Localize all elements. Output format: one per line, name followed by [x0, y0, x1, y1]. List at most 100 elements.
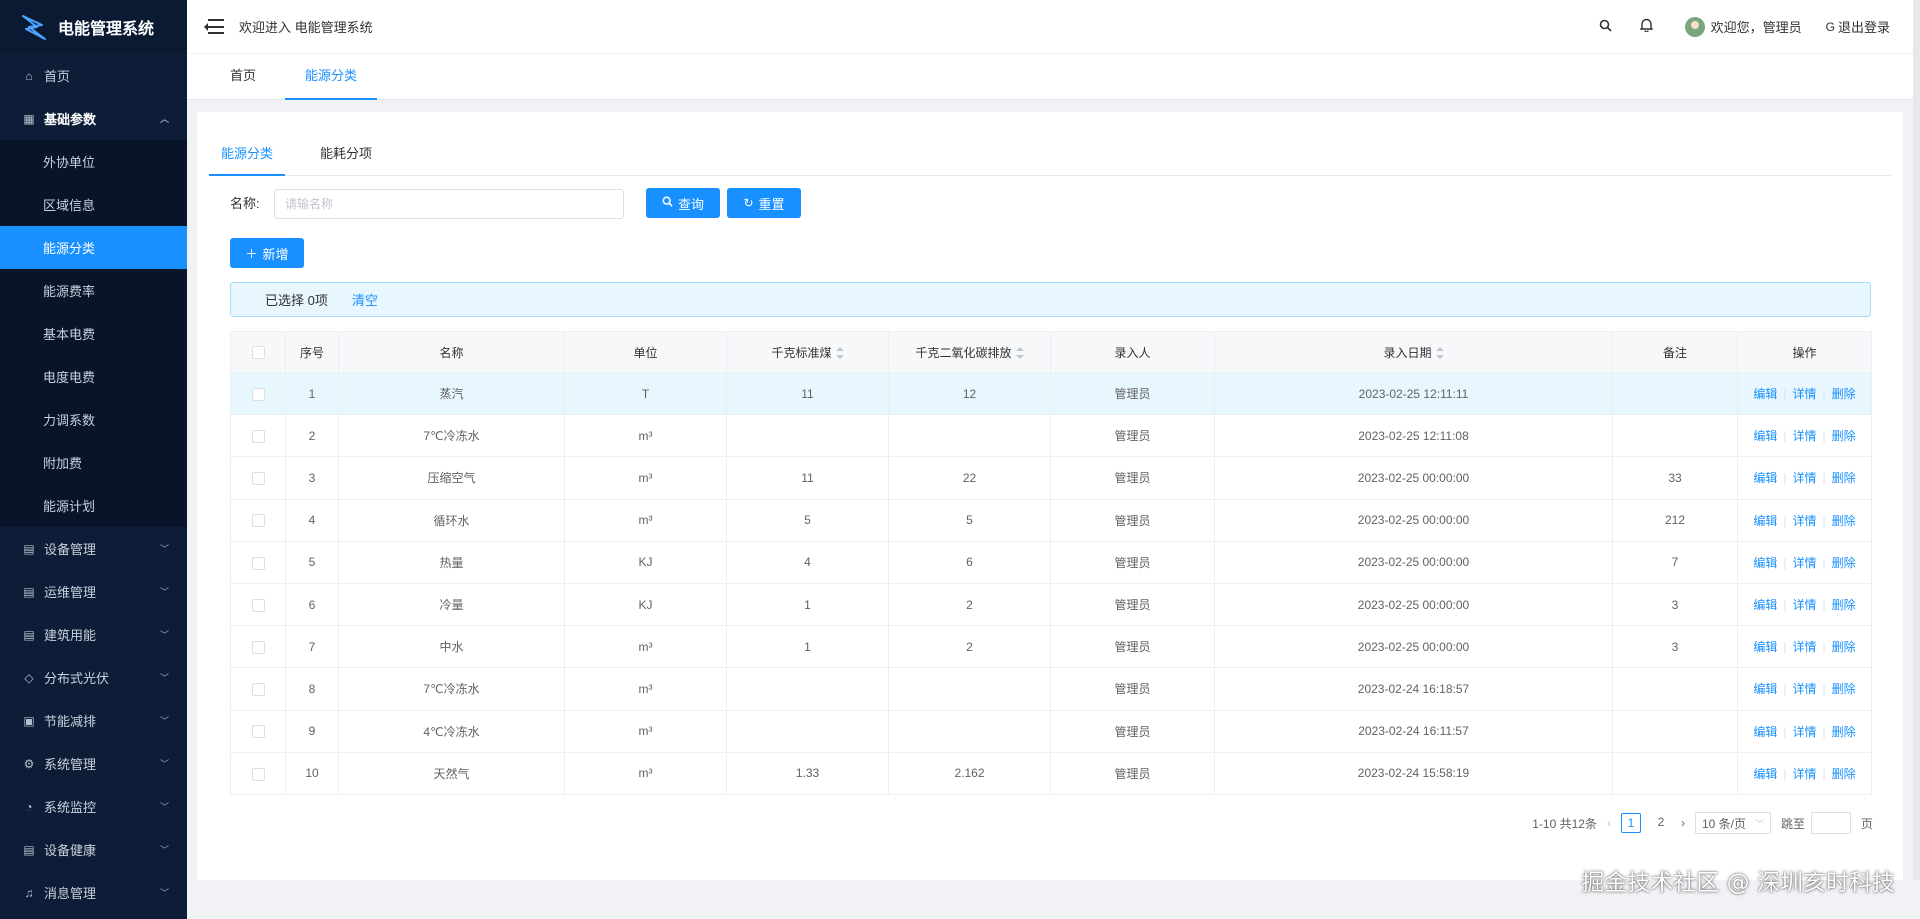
edit-link[interactable]: 编辑	[1747, 725, 1783, 739]
sidebar-item-ops-mgmt[interactable]: ▤ 运维管理 ﹀	[0, 570, 187, 613]
sidebar-item-system-mgmt[interactable]: ⚙ 系统管理 ﹀	[0, 742, 187, 785]
delete-link[interactable]: 删除	[1826, 767, 1862, 781]
tab-energy-consumption-item[interactable]: 能耗分项	[309, 134, 383, 176]
detail-link[interactable]: 详情	[1786, 598, 1822, 612]
edit-link[interactable]: 编辑	[1747, 387, 1783, 401]
logout-icon: G	[1825, 19, 1835, 34]
tab-energy-category-inner[interactable]: 能源分类	[209, 134, 285, 176]
sort-icon[interactable]	[1015, 347, 1024, 360]
edit-link[interactable]: 编辑	[1747, 640, 1783, 654]
detail-link[interactable]: 详情	[1786, 725, 1822, 739]
detail-link[interactable]: 详情	[1786, 767, 1822, 781]
sort-icon[interactable]	[1435, 347, 1444, 360]
delete-link[interactable]: 删除	[1826, 682, 1862, 696]
sort-icon[interactable]	[835, 347, 844, 360]
sidebar-item-energy-category[interactable]: 能源分类	[0, 226, 187, 269]
sidebar-item-energy-plan[interactable]: 能源计划	[0, 484, 187, 527]
clear-selection-link[interactable]: 清空	[352, 290, 378, 309]
sidebar-item-energy-saving[interactable]: ▣ 节能减排 ﹀	[0, 699, 187, 742]
next-page-icon[interactable]: ›	[1681, 816, 1685, 830]
row-checkbox[interactable]	[251, 514, 265, 528]
detail-link[interactable]: 详情	[1786, 640, 1822, 654]
reset-button[interactable]: ↻ 重置	[727, 188, 801, 218]
search-icon[interactable]	[1599, 19, 1612, 35]
logout-button[interactable]: G 退出登录	[1826, 17, 1890, 36]
detail-link[interactable]: 详情	[1786, 514, 1822, 528]
row-checkbox[interactable]	[251, 556, 265, 570]
edit-link[interactable]: 编辑	[1747, 471, 1783, 485]
sidebar-item-area-info[interactable]: 区域信息	[0, 183, 187, 226]
prev-page-icon[interactable]: ‹	[1607, 816, 1611, 830]
sidebar-item-outsource-unit[interactable]: 外协单位	[0, 140, 187, 183]
add-button[interactable]: ＋ 新增	[230, 238, 304, 268]
delete-link[interactable]: 删除	[1826, 640, 1862, 654]
jump-page-input[interactable]	[1810, 812, 1851, 834]
row-checkbox[interactable]	[251, 725, 265, 739]
table-cell	[1612, 709, 1738, 753]
name-search-input[interactable]	[274, 189, 624, 219]
table-cell: 管理员	[1050, 751, 1215, 796]
edit-link[interactable]: 编辑	[1747, 514, 1783, 528]
column-header-sortable[interactable]: 千克二氧化碳排放	[888, 331, 1051, 373]
delete-link[interactable]: 删除	[1826, 556, 1862, 570]
row-checkbox[interactable]	[251, 472, 265, 486]
detail-link[interactable]: 详情	[1786, 471, 1822, 485]
menu-fold-icon[interactable]	[204, 18, 224, 35]
delete-link[interactable]: 删除	[1826, 598, 1862, 612]
query-button[interactable]: 查询	[646, 188, 720, 218]
column-header-sortable[interactable]: 千克标准煤	[726, 331, 889, 373]
detail-link[interactable]: 详情	[1786, 556, 1822, 570]
detail-link[interactable]: 详情	[1786, 387, 1822, 401]
page-1-button[interactable]: 1	[1620, 813, 1641, 833]
delete-link[interactable]: 删除	[1826, 429, 1862, 443]
select-all-checkbox[interactable]	[251, 346, 265, 360]
edit-link[interactable]: 编辑	[1747, 556, 1783, 570]
row-checkbox[interactable]	[251, 683, 265, 697]
select-all-cell	[230, 331, 286, 373]
logout-label: 退出登录	[1837, 20, 1890, 35]
inner-tabs: 能源分类 能耗分项	[209, 134, 1891, 176]
row-checkbox[interactable]	[251, 598, 265, 612]
row-checkbox[interactable]	[251, 640, 265, 654]
sidebar-item-kwh-fee[interactable]: 电度电费	[0, 355, 187, 398]
bell-icon[interactable]	[1638, 18, 1654, 35]
delete-link[interactable]: 删除	[1826, 725, 1862, 739]
row-checkbox[interactable]	[251, 387, 265, 401]
sidebar-item-home[interactable]: ⌂ 首页	[0, 54, 187, 97]
sidebar-item-basic-params[interactable]: ▦ 基础参数 ︿	[0, 97, 187, 140]
tab-home[interactable]: 首页	[219, 54, 267, 100]
row-select-cell	[230, 540, 286, 584]
page-size-select[interactable]: 10 条/页 ﹀	[1694, 812, 1771, 834]
page-scrollbar[interactable]	[1913, 0, 1920, 880]
row-select-cell	[230, 582, 286, 627]
sidebar-item-surcharge[interactable]: 附加费	[0, 441, 187, 484]
sidebar-item-basic-fee[interactable]: 基本电费	[0, 312, 187, 355]
sidebar-item-power-factor[interactable]: 力调系数	[0, 398, 187, 441]
page-2-button[interactable]: 2	[1651, 813, 1671, 833]
detail-link[interactable]: 详情	[1786, 429, 1822, 443]
delete-link[interactable]: 删除	[1826, 387, 1862, 401]
delete-link[interactable]: 删除	[1826, 471, 1862, 485]
edit-link[interactable]: 编辑	[1747, 598, 1783, 612]
column-header-sortable[interactable]: 录入日期	[1214, 331, 1613, 373]
edit-link[interactable]: 编辑	[1747, 767, 1783, 781]
sidebar-item-pv[interactable]: ◇ 分布式光伏 ﹀	[0, 656, 187, 699]
sidebar-item-system-monitor[interactable]: ◔ 系统监控 ﹀	[0, 785, 187, 828]
sidebar-item-message-mgmt[interactable]: ♫ 消息管理 ﹀	[0, 871, 187, 914]
edit-link[interactable]: 编辑	[1747, 429, 1783, 443]
user-greeting[interactable]: 欢迎您，管理员	[1711, 17, 1802, 36]
edit-link[interactable]: 编辑	[1747, 682, 1783, 696]
table-cell: 2	[285, 414, 339, 458]
sidebar-item-label: 节能减排	[44, 714, 97, 729]
row-checkbox[interactable]	[251, 767, 265, 781]
row-checkbox[interactable]	[251, 429, 265, 443]
sidebar-item-energy-rate[interactable]: 能源费率	[0, 269, 187, 312]
sidebar-item-device-health[interactable]: ▤ 设备健康 ﹀	[0, 828, 187, 871]
tab-energy-category[interactable]: 能源分类	[285, 54, 377, 100]
detail-link[interactable]: 详情	[1786, 682, 1822, 696]
sidebar-item-device-mgmt[interactable]: ▤ 设备管理 ﹀	[0, 527, 187, 570]
avatar[interactable]	[1684, 16, 1705, 37]
table-cell: 7	[1612, 540, 1738, 584]
sidebar-item-building-energy[interactable]: ▤ 建筑用能 ﹀	[0, 613, 187, 656]
delete-link[interactable]: 删除	[1826, 514, 1862, 528]
